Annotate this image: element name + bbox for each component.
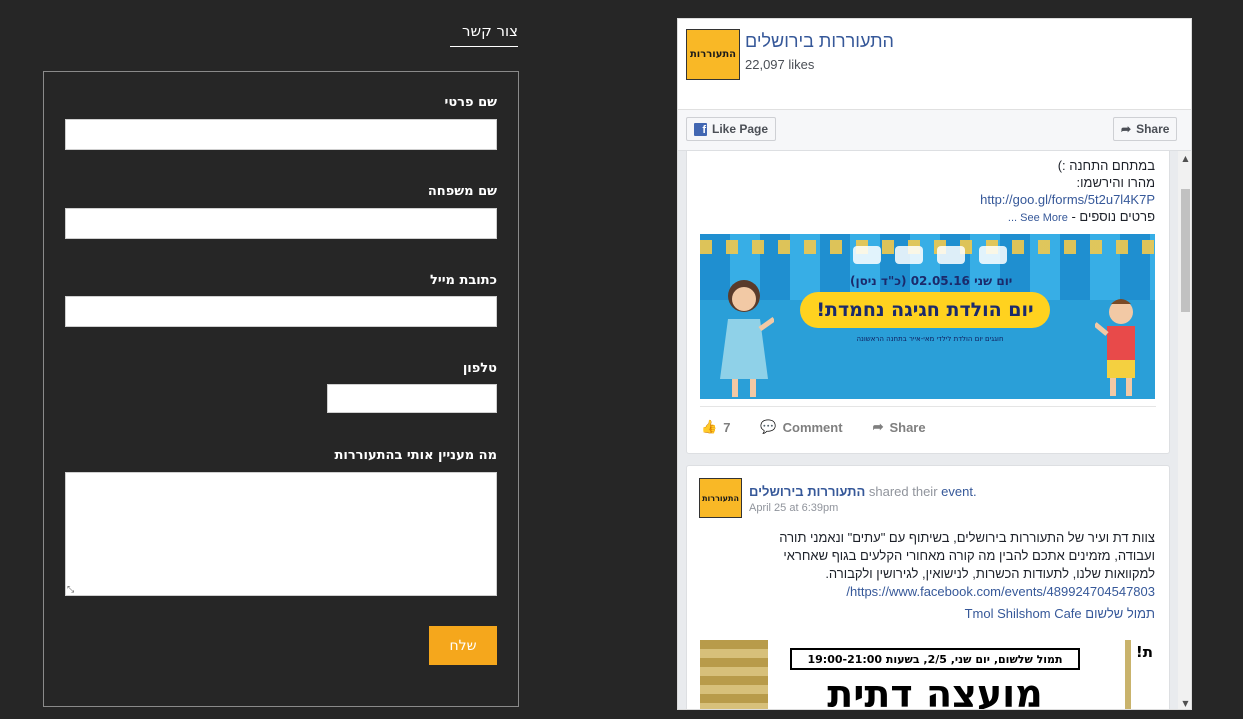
like-count: 7 [723, 419, 731, 435]
like-action[interactable]: 👍 7 [701, 419, 730, 435]
sponsor-logo [979, 246, 1007, 264]
poster-date: תמול שלשום, יום שני, 2/5, בשעות 19:00-21… [790, 648, 1080, 670]
share-action[interactable]: ➦ Share [873, 419, 926, 435]
contact-form: שם פרטי שם משפחה כתובת מייל טלפון מה מענ… [43, 71, 519, 707]
like-page-label: Like Page [712, 122, 769, 136]
phone-label: טלפון [462, 361, 497, 376]
banner-date: יום שני 02.05.16 (כ"ד ניסן) [850, 274, 1013, 288]
contact-title: צור קשר [450, 22, 518, 47]
page-name-link[interactable]: התעוררות בירושלים [745, 31, 894, 52]
sponsor-logos [820, 242, 1040, 268]
fb-toolbar: f Like Page ➦ Share [678, 110, 1191, 151]
post-actions: 👍 7 💬 Comment ➦ Share [701, 417, 926, 437]
facebook-page-widget: התעוררות התעוררות בירושלים 22,097 likes … [677, 18, 1192, 710]
boy-illustration [1095, 299, 1135, 396]
post-header: התעוררות בירושלים shared their event. [749, 484, 977, 499]
page-likes-count: 22,097 likes [745, 57, 815, 72]
interest-textarea[interactable]: ⤡ [65, 472, 497, 596]
banner-subtitle: חוגגים יום הולדת לילדי מאי-אייר בתחנה הר… [856, 335, 1004, 343]
shared-text: shared their [868, 484, 938, 499]
page-logo[interactable]: התעוררות [686, 29, 740, 80]
more-details-label: פרטים נוספים - [1071, 209, 1155, 224]
last-name-label: שם משפחה [427, 184, 497, 199]
email-label: כתובת מייל [430, 273, 497, 288]
resize-grip-icon[interactable]: ⤡ [67, 585, 74, 595]
post: התעוררות התעוררות בירושלים shared their … [686, 465, 1170, 710]
see-more-link[interactable]: See More ... [1008, 212, 1068, 224]
post-text-line: למקוואות שלנו, לתעודות הכשרות, לנישואין,… [825, 566, 1155, 581]
interest-label: מה מעניין אותי בהתעוררות [334, 448, 497, 463]
submit-button[interactable]: שלח [429, 626, 497, 665]
post-image[interactable]: יום שני 02.05.16 (כ"ד ניסן) יום הולדת חג… [700, 234, 1155, 399]
poster-edge: !ת [1125, 640, 1155, 709]
share-icon: ➦ [1121, 122, 1132, 136]
post-text-line: ועבודה, מזמינים אתכם להבין מה קורה מאחור… [783, 548, 1155, 563]
comment-label: Comment [782, 419, 843, 435]
sponsor-logo [895, 246, 923, 264]
fb-header: התעוררות התעוררות בירושלים 22,097 likes [678, 19, 1191, 110]
post-text-line: במתחם התחנה :) [1057, 158, 1155, 173]
event-poster[interactable]: !ת תמול שלשום, יום שני, 2/5, בשעות 19:00… [700, 640, 1155, 710]
share-page-label: Share [1136, 122, 1170, 136]
banner-title: יום הולדת חגיגה נחמדת! [800, 292, 1050, 328]
post-timestamp[interactable]: April 25 at 6:39pm [749, 502, 838, 514]
post-link[interactable]: http://goo.gl/forms/5t2u7l4K7P [980, 192, 1155, 207]
sponsor-logo [853, 246, 881, 264]
phone-input[interactable] [327, 384, 497, 413]
scroll-up-icon[interactable]: ▲ [1181, 154, 1190, 163]
feed-scrollbar[interactable]: ▲ ▼ [1178, 151, 1191, 709]
thumbs-up-icon: 👍 [701, 419, 718, 434]
poster-title: מועצה דתית [827, 672, 1043, 710]
last-name-input[interactable] [65, 208, 497, 239]
post-author-link[interactable]: התעוררות בירושלים [749, 484, 865, 499]
post-text-line: מהרו והירשמו: [1076, 175, 1155, 190]
comment-icon: 💬 [760, 419, 777, 434]
like-page-button[interactable]: f Like Page [686, 117, 777, 141]
event-link[interactable]: event. [941, 484, 976, 499]
share-page-button[interactable]: ➦ Share [1113, 117, 1178, 141]
poster-pattern [700, 640, 768, 709]
event-url-link[interactable]: https://www.facebook.com/events/48992470… [846, 584, 1155, 599]
scroll-thumb[interactable] [1181, 189, 1190, 312]
share-icon: ➦ [872, 419, 884, 434]
email-input[interactable] [65, 296, 497, 327]
post-text-line: צוות דת ועיר של התעוררות בירושלים, בשיתו… [779, 530, 1155, 545]
first-name-input[interactable] [65, 119, 497, 150]
venue-link[interactable]: תמול שלשום Tmol Shilshom Cafe [965, 606, 1155, 621]
fb-feed[interactable]: במתחם התחנה :) מהרו והירשמו: http://goo.… [678, 151, 1178, 710]
sponsor-logo [937, 246, 965, 264]
post-more-details: פרטים נוספים - See More ... [1008, 209, 1155, 224]
scroll-down-icon[interactable]: ▼ [1181, 699, 1190, 708]
facebook-icon: f [694, 122, 707, 136]
divider [700, 406, 1156, 407]
post-author-logo[interactable]: התעוררות [699, 478, 742, 518]
comment-action[interactable]: 💬 Comment [760, 419, 842, 435]
share-label: Share [889, 419, 926, 435]
girl-illustration [720, 280, 774, 397]
first-name-label: שם פרטי [444, 95, 497, 110]
post: במתחם התחנה :) מהרו והירשמו: http://goo.… [686, 151, 1170, 454]
